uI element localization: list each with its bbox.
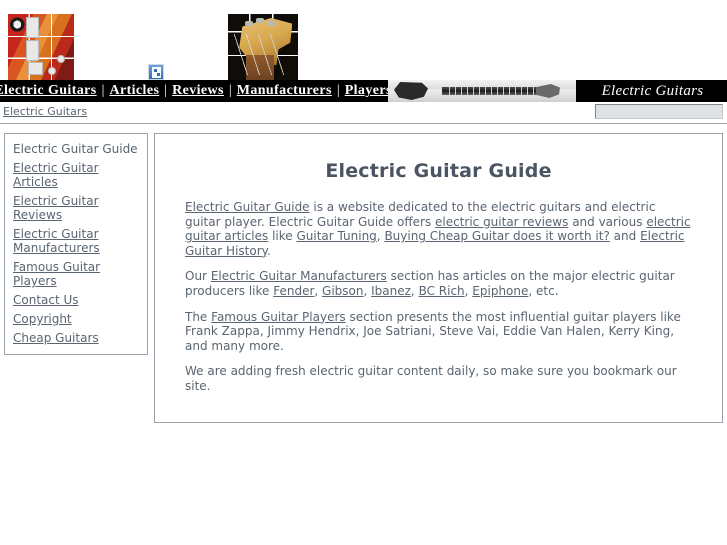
guitar-headstock-silhouette — [536, 84, 560, 98]
breadcrumb-row: Electric Guitars — [0, 102, 727, 124]
link-electric-guitar-manufacturers[interactable]: Electric Guitar Manufacturers — [211, 269, 387, 283]
nav-separator: | — [164, 83, 168, 98]
nav-item-reviews[interactable]: Reviews — [172, 83, 224, 99]
text-run: , — [363, 283, 372, 298]
link-electric-guitar-reviews[interactable]: electric guitar reviews — [435, 215, 568, 229]
link-epiphone[interactable]: Epiphone — [472, 284, 528, 298]
search-input[interactable] — [595, 104, 723, 119]
link-electric-guitar-guide[interactable]: Electric Guitar Guide — [185, 200, 310, 214]
paragraph-intro: Electric Guitar Guide is a website dedic… — [185, 200, 692, 258]
link-bc-rich[interactable]: BC Rich — [419, 284, 465, 298]
sidebar-item-famous-guitar-players[interactable]: Famous Guitar Players — [5, 258, 147, 291]
guitar-pickup-upper — [26, 16, 40, 39]
paragraph-manufacturers: Our Electric Guitar Manufacturers sectio… — [185, 269, 692, 298]
article-body: Electric Guitar Guide is a website dedic… — [185, 200, 692, 394]
tuning-peg-three — [267, 20, 276, 26]
sidebar-item-contact-us[interactable]: Contact Us — [5, 291, 147, 310]
text-run: like — [268, 229, 297, 244]
main-content-panel: Electric Guitar Guide Electric Guitar Gu… — [154, 133, 723, 423]
sidebar-menu: Electric Guitar Guide Electric Guitar Ar… — [4, 133, 148, 355]
nav-guitar-photo — [388, 80, 576, 102]
link-fender[interactable]: Fender — [273, 284, 314, 298]
guitar-knob-one — [56, 54, 65, 63]
text-run: and — [609, 229, 641, 244]
nav-separator: | — [228, 83, 232, 98]
guitar-pickup-middle — [26, 40, 40, 61]
text-run: We are adding fresh electric guitar cont… — [185, 364, 677, 393]
page-title: Electric Guitar Guide — [325, 160, 552, 182]
tuning-peg-one — [244, 20, 254, 26]
guitar-knob-two — [47, 66, 56, 75]
sidebar-item-electric-guitar-guide[interactable]: Electric Guitar Guide — [5, 140, 147, 159]
question-mark-glyph — [152, 67, 161, 78]
text-run: , — [314, 283, 323, 298]
guitar-body-silhouette — [394, 82, 428, 100]
guitar-strings — [232, 33, 294, 75]
sidebar-item-electric-guitar-reviews[interactable]: Electric Guitar Reviews — [5, 192, 147, 225]
electric-guitar-body-image — [8, 14, 74, 80]
text-run: and various — [568, 214, 647, 229]
nav-item-manufacturers[interactable]: Manufacturers — [237, 83, 332, 99]
paragraph-players: The Famous Guitar Players section presen… — [185, 310, 692, 354]
link-buying-cheap-guitar[interactable]: Buying Cheap Guitar does it worth it? — [384, 229, 609, 243]
text-run: . — [267, 243, 271, 258]
guitar-bridge — [27, 61, 43, 76]
sidebar-item-cheap-guitars[interactable]: Cheap Guitars — [5, 329, 147, 348]
nav-item-electric-guitars[interactable]: Electric Guitars — [0, 83, 97, 99]
text-run: The — [185, 309, 212, 324]
tuning-peg-two — [256, 17, 265, 24]
paragraph-bookmark: We are adding fresh electric guitar cont… — [185, 364, 692, 393]
link-gibson[interactable]: Gibson — [322, 284, 363, 298]
nav-separator: | — [101, 83, 105, 98]
sidebar-item-copyright[interactable]: Copyright — [5, 310, 147, 329]
nav-item-articles[interactable]: Articles — [109, 83, 159, 99]
text-run: , — [410, 283, 419, 298]
link-guitar-tuning[interactable]: Guitar Tuning — [296, 229, 376, 243]
nav-links-group: Electric Guitars | Articles | Reviews | … — [0, 80, 391, 102]
breadcrumb-electric-guitars[interactable]: Electric Guitars — [3, 105, 87, 118]
guitar-frets-silhouette — [444, 87, 536, 95]
text-run: Our — [185, 269, 211, 284]
link-famous-guitar-players[interactable]: Famous Guitar Players — [211, 310, 346, 324]
nav-separator: | — [336, 83, 340, 98]
broken-image-icon — [148, 64, 164, 80]
sidebar-item-electric-guitar-manufacturers[interactable]: Electric Guitar Manufacturers — [5, 225, 147, 258]
sidebar-item-electric-guitar-articles[interactable]: Electric Guitar Articles — [5, 159, 147, 192]
nav-item-players[interactable]: Players — [345, 83, 392, 99]
guitar-headstock-image — [228, 14, 298, 80]
site-title-banner: Electric Guitars — [578, 80, 727, 102]
main-navigation-bar: Electric Guitars | Articles | Reviews | … — [0, 80, 727, 102]
link-ibanez[interactable]: Ibanez — [371, 284, 411, 298]
site-title-text: Electric Guitars — [601, 82, 704, 99]
text-run: , etc. — [528, 283, 559, 298]
top-banner — [0, 0, 727, 80]
